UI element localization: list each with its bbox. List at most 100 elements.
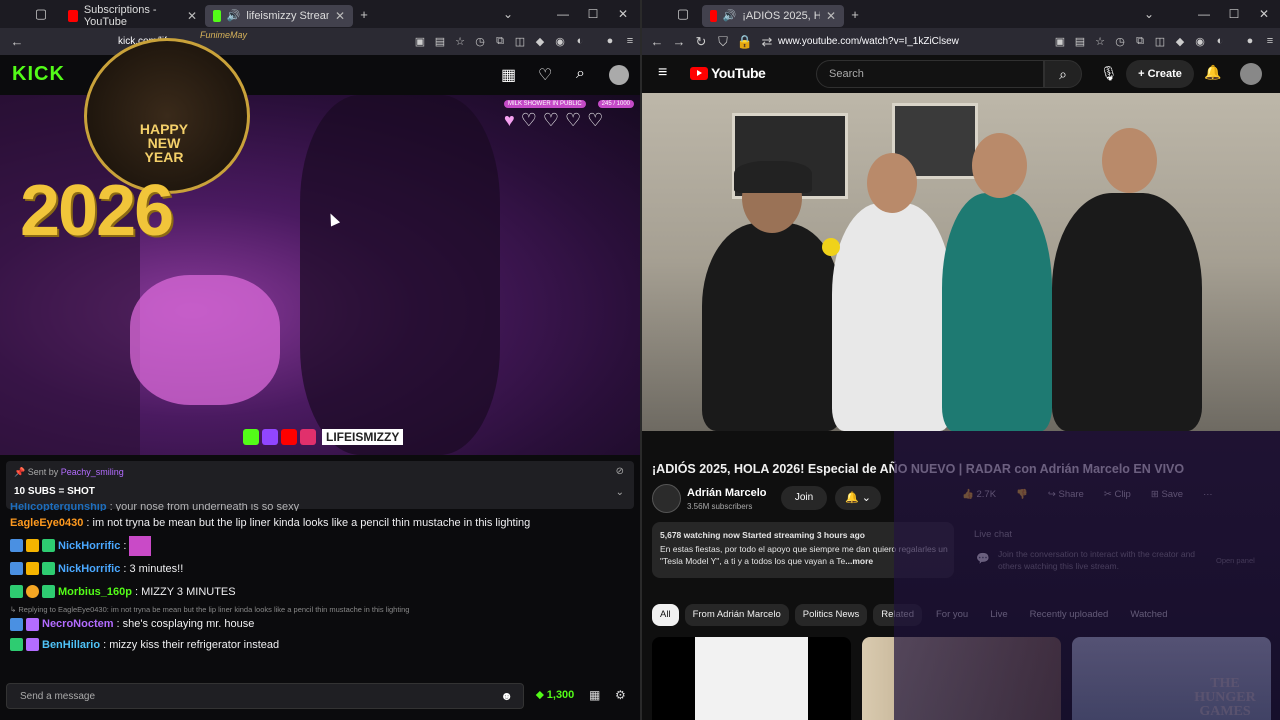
chip-from-channel[interactable]: From Adrián Marcelo	[684, 604, 789, 626]
channel-name[interactable]: Adrián Marcelo	[687, 487, 766, 499]
bookmark-star-icon[interactable]: ☆	[450, 35, 470, 48]
back-icon[interactable]: ←	[646, 34, 668, 49]
youtube-logo[interactable]: YouTube	[690, 65, 766, 81]
chip-watched[interactable]: Watched	[1122, 604, 1175, 626]
tab-youtube-subscriptions[interactable]: Subscriptions - YouTube ✕	[60, 4, 205, 28]
video-thumbnail[interactable]	[652, 637, 851, 720]
chip-live[interactable]: Live	[982, 604, 1015, 626]
shield-icon[interactable]: ⛉	[712, 34, 734, 50]
chip-related[interactable]: Related	[873, 604, 922, 626]
account-icon[interactable]: ●	[600, 35, 620, 48]
addon-icon[interactable]: ◆	[530, 35, 550, 48]
channel-points[interactable]: ⬥ 1,300	[536, 689, 574, 702]
url-text[interactable]: www.youtube.com/watch?v=I_1kZiClsew	[778, 36, 959, 47]
menu-icon[interactable]: ≡	[1260, 35, 1280, 48]
close-window-icon[interactable]: ✕	[608, 7, 638, 21]
extension-icon[interactable]: ⧉	[490, 35, 510, 48]
channel-avatar[interactable]	[652, 484, 681, 513]
video-thumbnail[interactable]: THE HUNGER GAMES	[1072, 637, 1271, 720]
heart-icon[interactable]: ♡	[538, 65, 552, 85]
notification-bell-icon[interactable]: 🔔	[1204, 64, 1221, 81]
save-button[interactable]: ⊞ Save	[1151, 489, 1183, 500]
avatar[interactable]	[609, 65, 629, 85]
join-button[interactable]: Join	[781, 486, 827, 510]
chat-bubble-icon: 💬	[976, 553, 990, 565]
search-input[interactable]: Search	[816, 60, 1044, 88]
more-button[interactable]: ···	[1203, 489, 1213, 500]
hamburger-menu-icon[interactable]: ≡	[658, 64, 667, 82]
overlay-small-text: FunimeMay	[200, 30, 248, 40]
close-tab-icon[interactable]: ✕	[335, 9, 345, 23]
history-icon[interactable]: ◷	[470, 35, 490, 48]
bookmark-star-icon[interactable]: ☆	[1090, 35, 1110, 48]
dislike-button[interactable]: 👎	[1016, 489, 1028, 500]
tab-kick-stream[interactable]: 🔊 lifeismizzy Stream - Watch ✕	[205, 4, 353, 27]
reader-icon[interactable]: ▤	[1070, 35, 1090, 48]
addon-off-icon[interactable]: ◫	[1150, 35, 1170, 48]
addon-purple-icon[interactable]: ◐	[570, 35, 590, 48]
following-icon[interactable]: ▦	[501, 65, 516, 85]
open-panel-button[interactable]: Open panel	[1216, 556, 1255, 565]
emoji-icon[interactable]: ☻	[500, 689, 513, 703]
addon-icon[interactable]: ◆	[1170, 35, 1190, 48]
minimize-icon[interactable]: —	[548, 7, 578, 21]
permissions-icon[interactable]: ⇄	[756, 34, 778, 50]
tab-overview-icon[interactable]: ▢	[30, 6, 52, 22]
chat-input[interactable]: Send a message ☻	[6, 683, 524, 709]
speaker-icon[interactable]: 🔊	[227, 9, 241, 22]
youtube-video[interactable]	[642, 93, 1280, 431]
speaker-icon[interactable]: 🔊	[723, 9, 737, 22]
create-button[interactable]: + Create	[1126, 60, 1194, 88]
description-box[interactable]: 5,678 watching now Started streaming 3 h…	[652, 522, 954, 578]
pip-icon[interactable]: ▣	[1050, 35, 1070, 48]
history-icon[interactable]: ◷	[1110, 35, 1130, 48]
sub-badge-icon	[42, 585, 55, 598]
maximize-icon[interactable]: ☐	[1219, 7, 1249, 21]
level-badge-icon	[26, 585, 39, 598]
clip-button[interactable]: ✂ Clip	[1104, 489, 1131, 500]
close-window-icon[interactable]: ✕	[1249, 7, 1279, 21]
microphone-icon[interactable]: 🎙	[1100, 65, 1118, 82]
tab-overview-icon[interactable]: ▢	[672, 6, 694, 22]
reload-icon[interactable]: ↻	[690, 34, 712, 50]
close-tab-icon[interactable]: ✕	[826, 9, 836, 23]
tab-list-icon[interactable]: ⌄	[1134, 7, 1164, 21]
more-link[interactable]: ...more	[845, 556, 873, 566]
menu-icon[interactable]: ≡	[620, 35, 640, 48]
addon-off-icon[interactable]: ◫	[510, 35, 530, 48]
extension-icon[interactable]: ⧉	[1130, 35, 1150, 48]
chip-recently-uploaded[interactable]: Recently uploaded	[1022, 604, 1117, 626]
chat-settings-gear-icon[interactable]: ⚙	[615, 688, 626, 702]
pip-icon[interactable]: ▣	[410, 35, 430, 48]
new-tab-icon[interactable]: +	[353, 7, 375, 22]
addon-blue-icon[interactable]: ◉	[1190, 35, 1210, 48]
minimize-icon[interactable]: —	[1189, 7, 1219, 21]
expand-chevron-icon[interactable]: ⌄	[616, 487, 624, 498]
search-button[interactable]: ⌕	[1044, 60, 1082, 88]
tab-youtube-video[interactable]: 🔊 ¡ADIÓS 2025, HOLA 2026! E ✕	[702, 4, 844, 27]
chip-all[interactable]: All	[652, 604, 679, 626]
avatar[interactable]	[1240, 63, 1262, 85]
addon-blue-icon[interactable]: ◉	[550, 35, 570, 48]
forward-icon[interactable]: →	[668, 34, 690, 49]
account-icon[interactable]: ●	[1240, 35, 1260, 48]
store-icon[interactable]: ▦	[589, 688, 600, 702]
close-tab-icon[interactable]: ✕	[187, 9, 197, 23]
new-tab-icon[interactable]: +	[844, 7, 866, 22]
video-thumbnail[interactable]	[862, 637, 1061, 720]
chip-for-you[interactable]: For you	[928, 604, 976, 626]
tab-list-icon[interactable]: ⌄	[493, 7, 523, 21]
chip-politics-news[interactable]: Politics News	[794, 604, 868, 626]
addon-purple-icon[interactable]: ◐	[1210, 35, 1230, 48]
subscribe-bell-button[interactable]: 🔔 ⌄	[835, 486, 881, 510]
maximize-icon[interactable]: ☐	[578, 7, 608, 21]
video-title: ¡ADIÓS 2025, HOLA 2026! Especial de AÑO …	[652, 462, 1185, 476]
share-button[interactable]: ↪ Share	[1048, 489, 1084, 500]
chat-message: Morbius_160p: MIZZY 3 MINUTES	[10, 580, 630, 603]
new-year-text: HAPPY NEW YEAR	[139, 121, 189, 165]
search-icon[interactable]: ⌕	[576, 65, 585, 83]
kick-favicon-icon	[213, 9, 221, 22]
reader-icon[interactable]: ▤	[430, 35, 450, 48]
unpin-icon[interactable]: ⊘	[616, 466, 624, 477]
like-button[interactable]: 👍 2.7K	[962, 489, 996, 500]
